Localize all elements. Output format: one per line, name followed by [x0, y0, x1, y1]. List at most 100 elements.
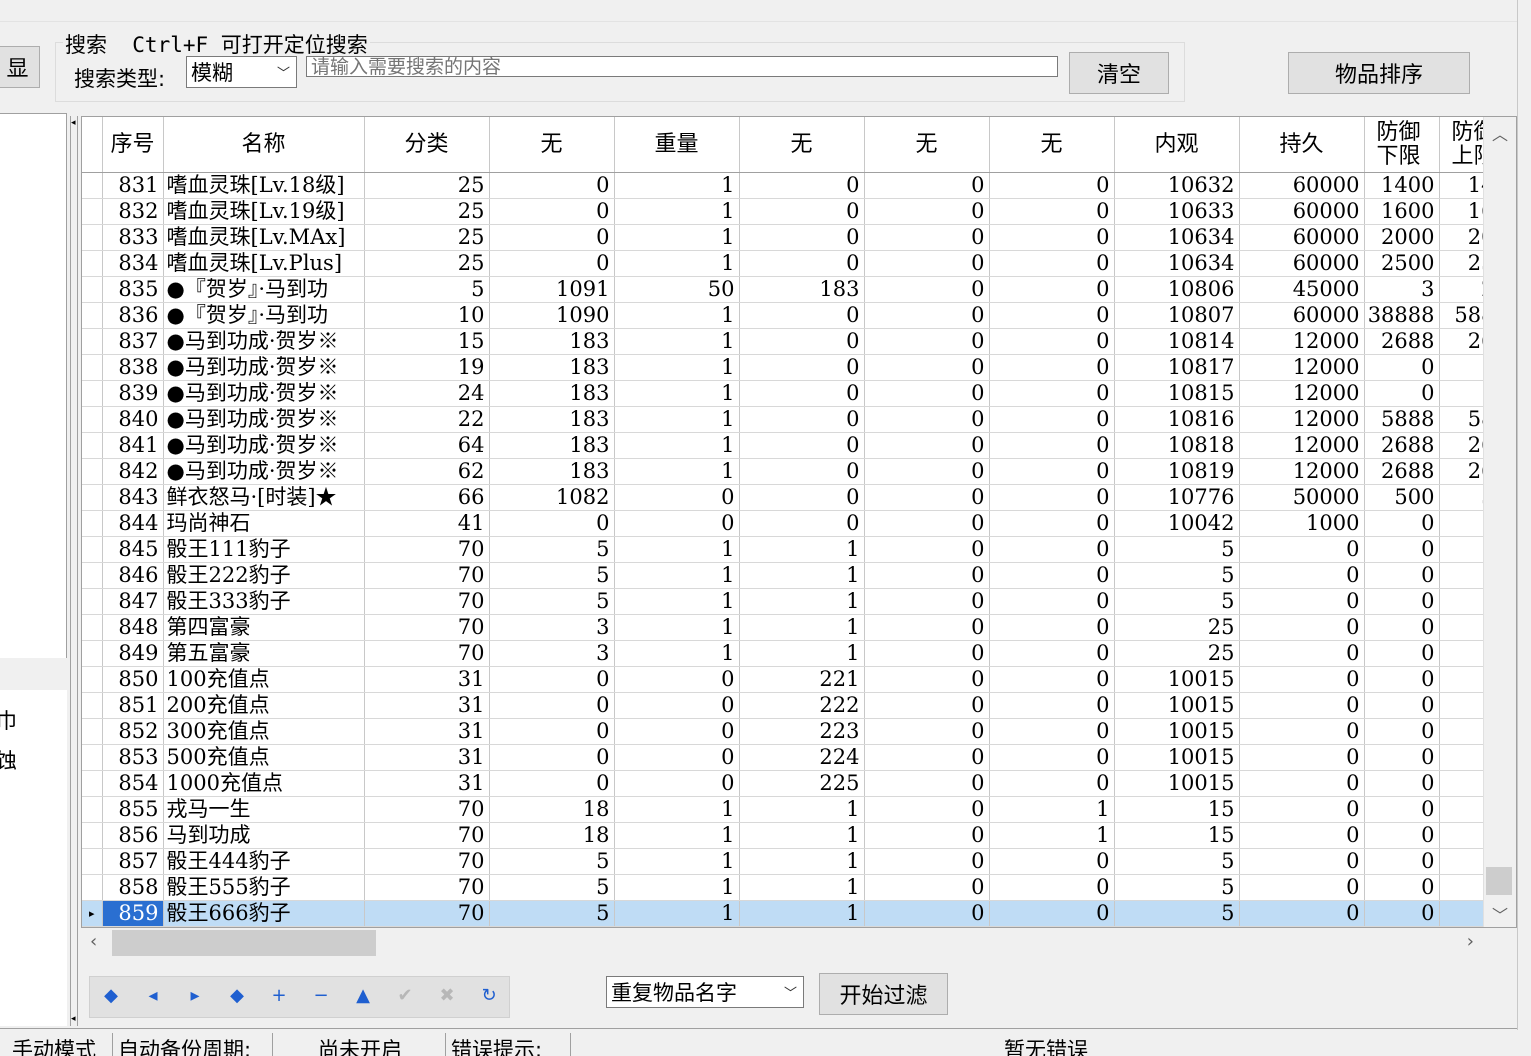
cell-name[interactable]: 嗜血灵珠[Lv.Plus] [163, 250, 365, 277]
table-row[interactable]: ▸ 859 骰王666豹子 70 5 1 1 0 0 5 0 0 [82, 900, 1500, 927]
table-row[interactable]: 850 100充值点 31 0 0 221 0 0 10015 0 0 [82, 666, 1500, 693]
table-row[interactable]: 835●『贺岁』·马到功510915018300108064500032 [82, 276, 1500, 303]
table-cell[interactable]: 1 [614, 822, 740, 849]
table-cell[interactable]: 1 [739, 822, 865, 849]
post-icon[interactable]: ✔ [394, 985, 416, 1006]
row-indicator[interactable] [82, 640, 103, 667]
table-cell[interactable]: 0 [489, 666, 615, 693]
table-cell[interactable]: 10015 [1114, 770, 1240, 797]
table-cell[interactable]: 183 [489, 406, 615, 433]
table-cell[interactable]: 0 [614, 666, 740, 693]
table-cell[interactable]: 0 [489, 692, 615, 719]
table-cell[interactable]: 0 [1364, 900, 1440, 927]
table-cell[interactable]: 0 [989, 666, 1115, 693]
table-row[interactable]: 857 骰王444豹子 70 5 1 1 0 0 5 0 0 [82, 848, 1500, 875]
table-cell[interactable]: 1 [614, 172, 740, 199]
table-cell[interactable]: 0 [864, 354, 990, 381]
table-cell[interactable]: 10633 [1114, 198, 1240, 225]
cell-index[interactable]: 839 [102, 380, 164, 407]
table-cell[interactable]: 10807 [1114, 302, 1240, 329]
table-cell[interactable]: 0 [864, 250, 990, 277]
table-row[interactable]: 845 骰王111豹子 70 5 1 1 0 0 5 0 0 [82, 536, 1500, 563]
table-cell[interactable]: 0 [864, 198, 990, 225]
table-cell[interactable]: 70 [364, 900, 490, 927]
cell-index[interactable]: 835 [102, 276, 164, 303]
table-row[interactable]: 841 ●马到功成·贺岁※ 64 183 1 0 0 0 10818 12000 2688 26 [82, 432, 1500, 459]
cell-index[interactable]: 838 [102, 354, 164, 381]
table-row[interactable]: 838 ●马到功成·贺岁※ 19 183 1 0 0 0 10817 12000 0 [82, 354, 1500, 381]
table-cell[interactable]: 183 [489, 458, 615, 485]
table-cell[interactable]: 0 [864, 172, 990, 199]
row-indicator[interactable] [82, 770, 103, 797]
cell-name[interactable]: 嗜血灵珠[Lv.19级] [163, 198, 365, 225]
column-header[interactable]: 防御 下限 [1364, 117, 1440, 173]
sort-items-button[interactable]: 物品排序 [1288, 52, 1470, 94]
table-cell[interactable]: 183 [739, 276, 865, 303]
table-cell[interactable]: 64 [364, 432, 490, 459]
table-cell[interactable]: 25 [364, 198, 490, 225]
table-cell[interactable]: 10814 [1114, 328, 1240, 355]
cell-name[interactable]: 嗜血灵珠[Lv.18级] [163, 172, 365, 199]
cell-index[interactable]: 848 [102, 614, 164, 641]
table-cell[interactable]: 0 [739, 380, 865, 407]
table-cell[interactable]: 25 [1114, 640, 1240, 667]
table-cell[interactable]: 0 [1239, 718, 1365, 745]
table-cell[interactable]: 0 [864, 640, 990, 667]
table-row[interactable]: 837 ●马到功成·贺岁※ 15 183 1 0 0 0 10814 12000 2688 26 [82, 328, 1500, 355]
cell-name[interactable]: 1000充值点 [163, 770, 365, 797]
table-cell[interactable]: 0 [864, 848, 990, 875]
table-cell[interactable]: 0 [1239, 562, 1365, 589]
cell-name[interactable]: 骰王222豹子 [163, 562, 365, 589]
row-indicator[interactable] [82, 250, 103, 277]
cell-name[interactable]: ●马到功成·贺岁※ [163, 380, 365, 407]
cell-name[interactable]: 鲜衣怒马·[时装]★ [163, 484, 365, 511]
edit-icon[interactable]: ▲ [352, 985, 374, 1006]
cell-name[interactable]: 骰王555豹子 [163, 874, 365, 901]
table-cell[interactable]: 221 [739, 666, 865, 693]
cell-index[interactable]: 844 [102, 510, 164, 537]
cell-name[interactable]: 300充值点 [163, 718, 365, 745]
table-cell[interactable]: 10817 [1114, 354, 1240, 381]
table-cell[interactable]: 1 [739, 796, 865, 823]
column-header[interactable]: 无 [864, 117, 990, 173]
row-indicator[interactable]: ▸ [82, 900, 103, 927]
row-indicator[interactable] [82, 406, 103, 433]
table-cell[interactable]: 60000 [1239, 198, 1365, 225]
table-cell[interactable]: 0 [989, 328, 1115, 355]
table-cell[interactable]: 0 [989, 562, 1115, 589]
table-cell[interactable]: 0 [864, 224, 990, 251]
table-cell[interactable]: 70 [364, 562, 490, 589]
table-row[interactable]: 853 500充值点 31 0 0 224 0 0 10015 0 0 [82, 744, 1500, 771]
column-header[interactable]: 无 [989, 117, 1115, 173]
table-cell[interactable]: 12000 [1239, 458, 1365, 485]
table-cell[interactable]: 5 [1114, 536, 1240, 563]
table-cell[interactable]: 22 [364, 406, 490, 433]
table-cell[interactable]: 25 [364, 250, 490, 277]
cell-name[interactable]: 骰王666豹子 [163, 900, 365, 927]
vertical-scrollbar[interactable]: ︿ ﹀ [1483, 117, 1516, 927]
table-row[interactable]: 844 玛尚神石 41 0 0 0 0 0 10042 1000 0 [82, 510, 1500, 537]
table-cell[interactable]: 0 [989, 458, 1115, 485]
table-cell[interactable]: 5 [489, 562, 615, 589]
table-cell[interactable]: 0 [864, 484, 990, 511]
table-cell[interactable]: 0 [989, 874, 1115, 901]
table-cell[interactable]: 0 [1364, 874, 1440, 901]
table-cell[interactable]: 12000 [1239, 432, 1365, 459]
last-icon[interactable]: ◆ [226, 985, 248, 1006]
table-cell[interactable]: 5 [364, 276, 490, 303]
table-cell[interactable]: 0 [1239, 796, 1365, 823]
table-cell[interactable]: 10776 [1114, 484, 1240, 511]
table-cell[interactable]: 31 [364, 666, 490, 693]
cell-name[interactable]: 骰王111豹子 [163, 536, 365, 563]
cell-index[interactable]: 854 [102, 770, 164, 797]
table-cell[interactable]: 0 [989, 510, 1115, 537]
table-cell[interactable]: 70 [364, 874, 490, 901]
table-cell[interactable]: 0 [1364, 510, 1440, 537]
table-cell[interactable]: 0 [1364, 770, 1440, 797]
table-cell[interactable]: 1082 [489, 484, 615, 511]
table-cell[interactable]: 1090 [489, 302, 615, 329]
table-cell[interactable]: 1 [614, 874, 740, 901]
table-cell[interactable]: 0 [739, 406, 865, 433]
scroll-thumb[interactable] [1486, 867, 1512, 895]
table-cell[interactable]: 222 [739, 692, 865, 719]
